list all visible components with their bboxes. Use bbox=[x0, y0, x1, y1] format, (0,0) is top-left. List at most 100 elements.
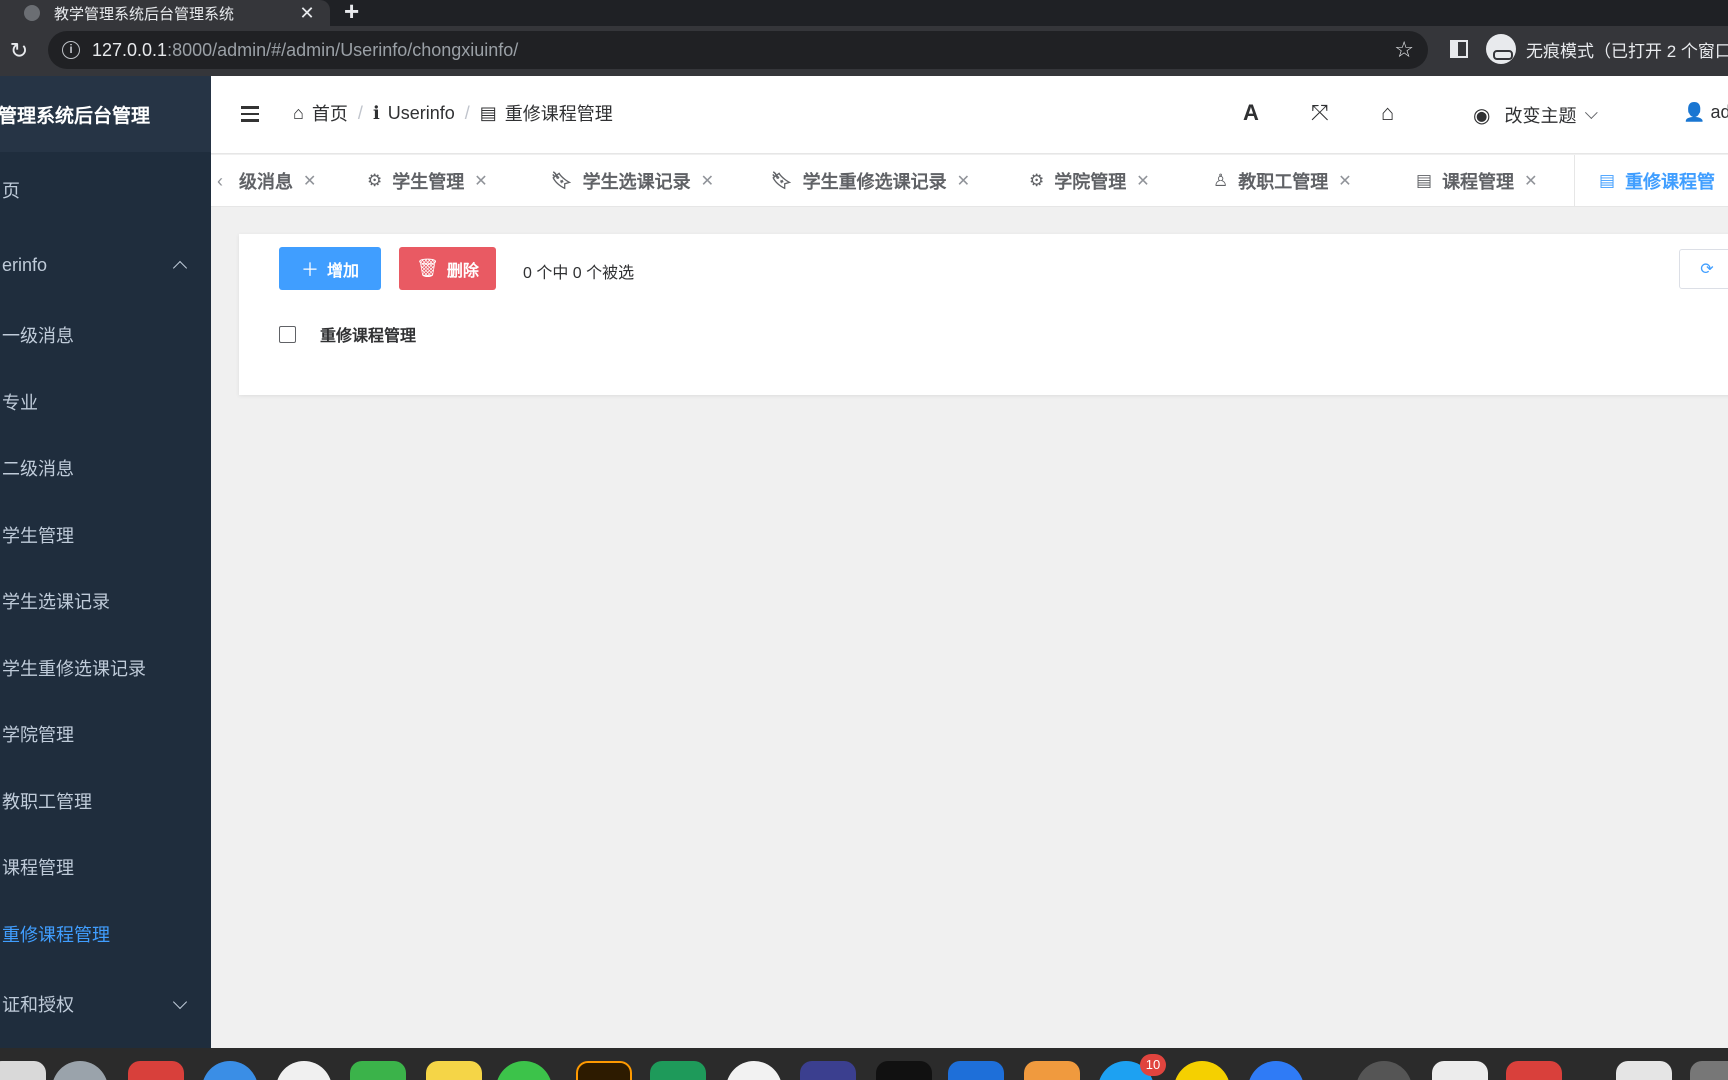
sidebar-item-label: 二级消息 bbox=[2, 459, 74, 480]
main-area: ⌂ 首页 / ℹ Userinfo / ▤ 重修课程管理 A ⤧ ⌂ ◉ 改变主… bbox=[211, 76, 1728, 1048]
document-icon[interactable] bbox=[1616, 1061, 1672, 1080]
app-icon[interactable] bbox=[1356, 1061, 1412, 1080]
sidebar-item-courses[interactable]: 课程管理 bbox=[0, 834, 211, 901]
breadcrumb-separator: / bbox=[464, 102, 470, 123]
tag-label: 重修课程管 bbox=[1625, 172, 1716, 192]
tag-students[interactable]: ⚙ 学生管理 ✕ bbox=[367, 155, 488, 206]
url-path: :8000/admin/#/admin/Userinfo/chongxiuinf… bbox=[167, 39, 519, 60]
refresh-button[interactable]: ⟳ bbox=[1679, 249, 1728, 289]
side-panel-icon[interactable] bbox=[1450, 40, 1468, 58]
app-icon[interactable] bbox=[1506, 1061, 1562, 1080]
finder-icon[interactable] bbox=[0, 1061, 46, 1080]
terminal-icon[interactable] bbox=[876, 1061, 932, 1080]
font-size-icon[interactable]: A bbox=[1243, 100, 1259, 126]
illustrator-icon[interactable] bbox=[576, 1061, 632, 1080]
app-icon[interactable] bbox=[350, 1061, 406, 1080]
sidebar-group-auth[interactable]: 证和授权 bbox=[0, 967, 211, 1041]
sidebar-group-userinfo[interactable]: erinfo bbox=[0, 228, 211, 302]
close-icon[interactable]: ✕ bbox=[1338, 171, 1351, 191]
webstorm-icon[interactable] bbox=[948, 1061, 1004, 1080]
app-icon[interactable] bbox=[1248, 1061, 1304, 1080]
tag-retake-courses[interactable]: ▤ 重修课程管 bbox=[1574, 155, 1728, 206]
sidebar-item-level1-message[interactable]: 一级消息 bbox=[0, 302, 211, 369]
close-icon[interactable]: ✕ bbox=[303, 171, 316, 191]
chevron-up-icon bbox=[172, 260, 188, 276]
top-header: ⌂ 首页 / ℹ Userinfo / ▤ 重修课程管理 A ⤧ ⌂ ◉ 改变主… bbox=[211, 76, 1728, 154]
url-text[interactable]: 127.0.0.1:8000/admin/#/admin/Userinfo/ch… bbox=[92, 40, 1394, 61]
sidebar-item-label: 页 bbox=[2, 181, 20, 201]
tag-retake-selection[interactable]: 🔖︎ 学生重修选课记录 ✕ bbox=[771, 155, 970, 206]
close-icon[interactable]: ✕ bbox=[1524, 171, 1537, 191]
menu-toggle-icon[interactable] bbox=[241, 106, 259, 122]
tag-colleges[interactable]: ⚙ 学院管理 ✕ bbox=[1029, 155, 1150, 206]
sidebar-group-label: erinfo bbox=[2, 254, 48, 275]
close-icon[interactable]: ✕ bbox=[957, 171, 970, 191]
fullscreen-icon[interactable]: ⤧ bbox=[1311, 100, 1329, 126]
app-icon[interactable] bbox=[128, 1061, 184, 1080]
sidebar-item-label: 教职工管理 bbox=[2, 791, 92, 812]
notification-badge: 10 bbox=[1140, 1054, 1166, 1076]
scroll-left-icon[interactable]: ‹ bbox=[217, 171, 223, 192]
sidebar-item-retake-courses[interactable]: 重修课程管理 bbox=[0, 900, 211, 967]
tag-staff[interactable]: ♙ 教职工管理 ✕ bbox=[1213, 155, 1352, 206]
pages-icon[interactable] bbox=[1024, 1061, 1080, 1080]
sidebar-item-staff[interactable]: 教职工管理 bbox=[0, 767, 211, 834]
sidebar-item-label: 学生选课记录 bbox=[2, 592, 110, 613]
chrome-icon[interactable] bbox=[726, 1061, 782, 1080]
home-icon[interactable]: ⌂ bbox=[1381, 100, 1394, 126]
address-bar[interactable]: i 127.0.0.1:8000/admin/#/admin/Userinfo/… bbox=[48, 31, 1428, 69]
sidebar-item-label: 学生管理 bbox=[2, 525, 74, 546]
app-icon[interactable] bbox=[1174, 1061, 1230, 1080]
macos-dock: 10 bbox=[0, 1048, 1728, 1080]
breadcrumb-current: 重修课程管理 bbox=[504, 104, 613, 124]
close-icon[interactable]: ✕ bbox=[1136, 171, 1149, 191]
theme-switcher[interactable]: ◉ 改变主题 bbox=[1473, 102, 1599, 128]
trash-icon: 🗑︎ bbox=[416, 258, 439, 278]
column-header: 重修课程管理 bbox=[320, 328, 417, 345]
browser-toolbar: ↻ i 127.0.0.1:8000/admin/#/admin/Userinf… bbox=[0, 26, 1728, 76]
notes-icon[interactable] bbox=[426, 1061, 482, 1080]
photos-icon[interactable] bbox=[276, 1061, 332, 1080]
close-icon[interactable]: ✕ bbox=[701, 171, 714, 191]
breadcrumb-userinfo[interactable]: Userinfo bbox=[388, 103, 455, 124]
tag-level-message[interactable]: 级消息 ✕ bbox=[239, 155, 316, 206]
wechat-icon[interactable] bbox=[496, 1061, 552, 1080]
incognito-indicator[interactable]: 无痕模式（已打开 2 个窗口 bbox=[1486, 34, 1728, 64]
safari-icon[interactable] bbox=[202, 1061, 258, 1080]
tag-course-selection[interactable]: 🔖︎ 学生选课记录 ✕ bbox=[551, 155, 714, 206]
chevron-down-icon bbox=[1585, 105, 1599, 119]
add-button[interactable]: ＋ 增加 bbox=[279, 247, 381, 290]
new-tab-button[interactable]: + bbox=[344, 0, 359, 26]
book-icon: ▤ bbox=[1416, 171, 1433, 190]
browser-tab[interactable]: 教学管理系统后台管理系统 ✕ bbox=[0, 0, 330, 26]
app-icon[interactable] bbox=[800, 1061, 856, 1080]
sidebar-brand: 管理系统后台管理 bbox=[0, 76, 211, 152]
bookmark-star-icon[interactable]: ☆ bbox=[1394, 37, 1414, 63]
trash-icon[interactable] bbox=[1690, 1061, 1728, 1080]
delete-button[interactable]: 🗑︎ 删除 bbox=[399, 247, 496, 290]
user-menu[interactable]: 👤 ad bbox=[1683, 102, 1728, 123]
sidebar-item-students[interactable]: 学生管理 bbox=[0, 501, 211, 568]
textedit-icon[interactable] bbox=[1432, 1061, 1488, 1080]
user-icon: ♙ bbox=[1213, 171, 1229, 190]
sidebar-item-level2-message[interactable]: 二级消息 bbox=[0, 435, 211, 502]
selection-count: 0 个中 0 个被选 bbox=[523, 265, 635, 282]
sidebar-item-course-selection[interactable]: 学生选课记录 bbox=[0, 568, 211, 635]
info-icon[interactable]: i bbox=[62, 41, 80, 59]
reload-icon[interactable]: ↻ bbox=[6, 38, 32, 64]
sidebar-item-home[interactable]: 页 bbox=[0, 152, 211, 228]
tag-courses[interactable]: ▤ 课程管理 ✕ bbox=[1416, 155, 1537, 206]
pycharm-icon[interactable] bbox=[650, 1061, 706, 1080]
sidebar-item-major[interactable]: 专业 bbox=[0, 368, 211, 435]
home-icon: ⌂ bbox=[293, 102, 304, 123]
close-tab-icon[interactable]: ✕ bbox=[294, 3, 320, 24]
tag-label: 学生选课记录 bbox=[582, 172, 691, 192]
close-icon[interactable]: ✕ bbox=[474, 171, 487, 191]
sidebar-item-colleges[interactable]: 学院管理 bbox=[0, 701, 211, 768]
sidebar-item-retake-selection[interactable]: 学生重修选课记录 bbox=[0, 634, 211, 701]
sidebar-item-label: 课程管理 bbox=[2, 858, 74, 879]
breadcrumb-home[interactable]: 首页 bbox=[312, 100, 348, 126]
launchpad-icon[interactable] bbox=[52, 1061, 108, 1080]
select-all-checkbox[interactable] bbox=[279, 325, 296, 343]
sidebar-group-label: 证和授权 bbox=[2, 995, 74, 1015]
